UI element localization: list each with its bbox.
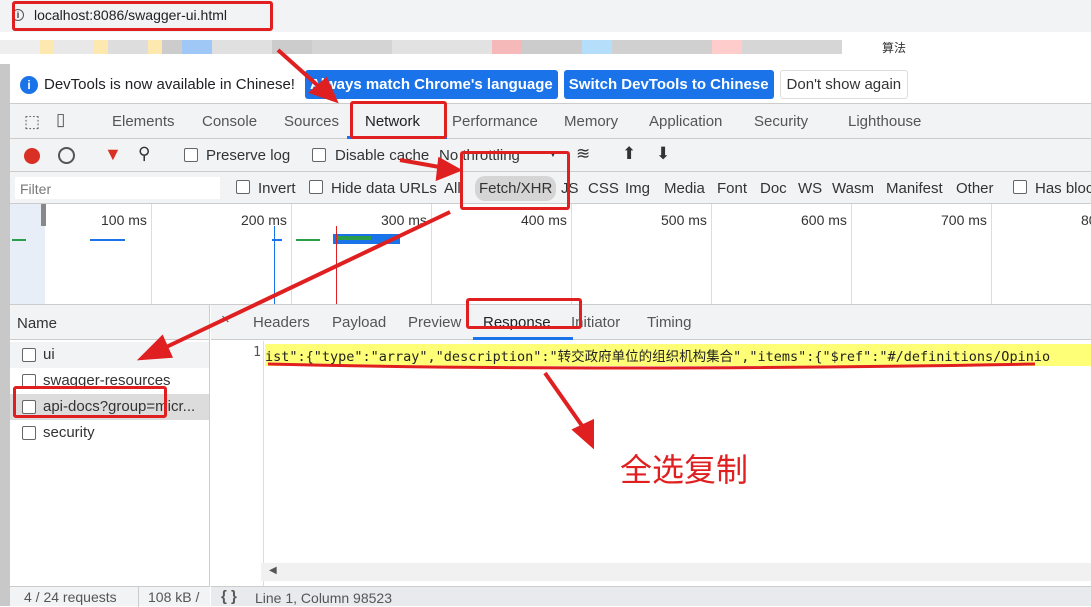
info-icon: i — [20, 75, 38, 94]
type-doc[interactable]: Doc — [760, 180, 787, 197]
annotation-text: 全选复制 — [620, 452, 749, 488]
dont-show-again-button[interactable]: Don't show again — [779, 70, 909, 99]
tab-console[interactable]: Console — [202, 113, 257, 130]
annotation-box — [13, 386, 167, 418]
timeline-overview[interactable]: 100 ms 200 ms 300 ms 400 ms 500 ms 600 m… — [10, 204, 1091, 305]
dom-content-loaded-line — [274, 226, 275, 304]
request-row[interactable]: security — [10, 420, 209, 446]
record-icon[interactable] — [24, 148, 40, 164]
tab-lighthouse[interactable]: Lighthouse — [848, 113, 921, 130]
disable-cache-checkbox[interactable] — [312, 148, 326, 162]
request-bar — [12, 239, 26, 241]
always-match-language-button[interactable]: Always match Chrome's language — [304, 70, 558, 99]
status-bar: 4 / 24 requests 108 kB / — [10, 586, 210, 607]
type-other[interactable]: Other — [956, 180, 994, 197]
tab-memory[interactable]: Memory — [564, 113, 618, 130]
tab-timing[interactable]: Timing — [647, 314, 691, 331]
type-img[interactable]: Img — [625, 180, 650, 197]
type-ws[interactable]: WS — [798, 180, 822, 197]
infobar-message: DevTools is now available in Chinese! — [44, 76, 295, 93]
tab-sources[interactable]: Sources — [284, 113, 339, 130]
request-bar — [90, 239, 125, 241]
annotation-box — [12, 1, 273, 31]
preserve-log-checkbox[interactable] — [184, 148, 198, 162]
invert-label: Invert — [258, 180, 296, 197]
clear-icon[interactable] — [58, 147, 75, 164]
tick-label: 500 ms — [661, 212, 707, 228]
annotation-box — [350, 101, 447, 139]
tick-label: 400 ms — [521, 212, 567, 228]
tick-label: 700 ms — [941, 212, 987, 228]
invert-checkbox[interactable] — [236, 180, 250, 194]
language-infobar: i DevTools is now available in Chinese! … — [10, 66, 1091, 104]
network-conditions-icon[interactable]: ≋ — [576, 144, 590, 164]
disable-cache-label: Disable cache — [335, 147, 430, 164]
tick-label: 300 ms — [381, 212, 427, 228]
filter-input[interactable]: Filter — [15, 177, 220, 199]
timeline-selection[interactable] — [10, 204, 45, 304]
response-status-bar: { } Line 1, Column 98523 — [211, 586, 1091, 606]
name-column-header[interactable]: Name — [10, 305, 209, 340]
type-all[interactable]: All — [444, 180, 461, 197]
request-name: ui — [43, 346, 55, 363]
type-manifest[interactable]: Manifest — [886, 180, 943, 197]
response-content[interactable]: ist":{"type":"array","description":"转交政府… — [265, 344, 1091, 366]
bookmarks-bar: 算法 — [0, 32, 1091, 62]
request-bar — [336, 236, 371, 240]
type-css[interactable]: CSS — [588, 180, 619, 197]
export-har-icon[interactable]: ⬇ — [656, 144, 670, 164]
device-toolbar-icon[interactable]: ▯ — [56, 110, 65, 130]
import-har-icon[interactable]: ⬆ — [622, 144, 636, 164]
load-line — [336, 226, 337, 304]
tab-elements[interactable]: Elements — [112, 113, 175, 130]
type-media[interactable]: Media — [664, 180, 705, 197]
transferred-size: 108 kB / — [148, 589, 200, 605]
line-number: 1 — [211, 341, 264, 586]
annotation-box — [460, 151, 570, 210]
tick-label: 100 ms — [101, 212, 147, 228]
tick-label: 80 — [1081, 212, 1091, 228]
tab-performance[interactable]: Performance — [452, 113, 538, 130]
request-list: Name ui swagger-resources api-docs?group… — [10, 305, 210, 586]
cursor-position: Line 1, Column 98523 — [255, 590, 392, 606]
scroll-left-icon[interactable]: ◀ — [269, 565, 277, 576]
tab-application[interactable]: Application — [649, 113, 722, 130]
tab-payload[interactable]: Payload — [332, 314, 386, 331]
type-wasm[interactable]: Wasm — [832, 180, 874, 197]
active-tab-indicator — [473, 337, 573, 340]
request-count: 4 / 24 requests — [24, 589, 117, 605]
has-blocked-cookies-checkbox[interactable] — [1013, 180, 1027, 194]
annotation-box — [466, 298, 582, 329]
preserve-log-label: Preserve log — [206, 147, 291, 164]
page-edge — [0, 64, 10, 606]
bookmark-overflow[interactable]: 算法 — [882, 39, 906, 56]
devtools-tabs: ⬚ ▯ Elements Console Sources Network Per… — [10, 104, 1091, 139]
inspect-element-icon[interactable]: ⬚ — [24, 112, 40, 132]
tab-headers[interactable]: Headers — [253, 314, 310, 331]
filter-icon[interactable]: ▼ — [104, 144, 122, 165]
switch-to-chinese-button[interactable]: Switch DevTools to Chinese — [563, 70, 774, 99]
horizontal-scrollbar[interactable]: ◀ — [261, 563, 1091, 581]
request-name: security — [43, 424, 95, 441]
type-font[interactable]: Font — [717, 180, 747, 197]
pretty-print-icon[interactable]: { } — [221, 588, 237, 605]
close-icon[interactable]: × — [221, 311, 230, 328]
tick-label: 600 ms — [801, 212, 847, 228]
hide-data-urls-checkbox[interactable] — [309, 180, 323, 194]
timeline-handle[interactable] — [41, 204, 46, 226]
request-row[interactable]: ui — [10, 342, 209, 368]
hide-data-urls-label: Hide data URLs — [331, 180, 437, 197]
request-bar — [296, 239, 320, 241]
has-blocked-label: Has bloc — [1035, 180, 1091, 197]
tab-preview[interactable]: Preview — [408, 314, 461, 331]
search-icon[interactable]: ⚲ — [138, 144, 150, 164]
tab-security[interactable]: Security — [754, 113, 808, 130]
tick-label: 200 ms — [241, 212, 287, 228]
